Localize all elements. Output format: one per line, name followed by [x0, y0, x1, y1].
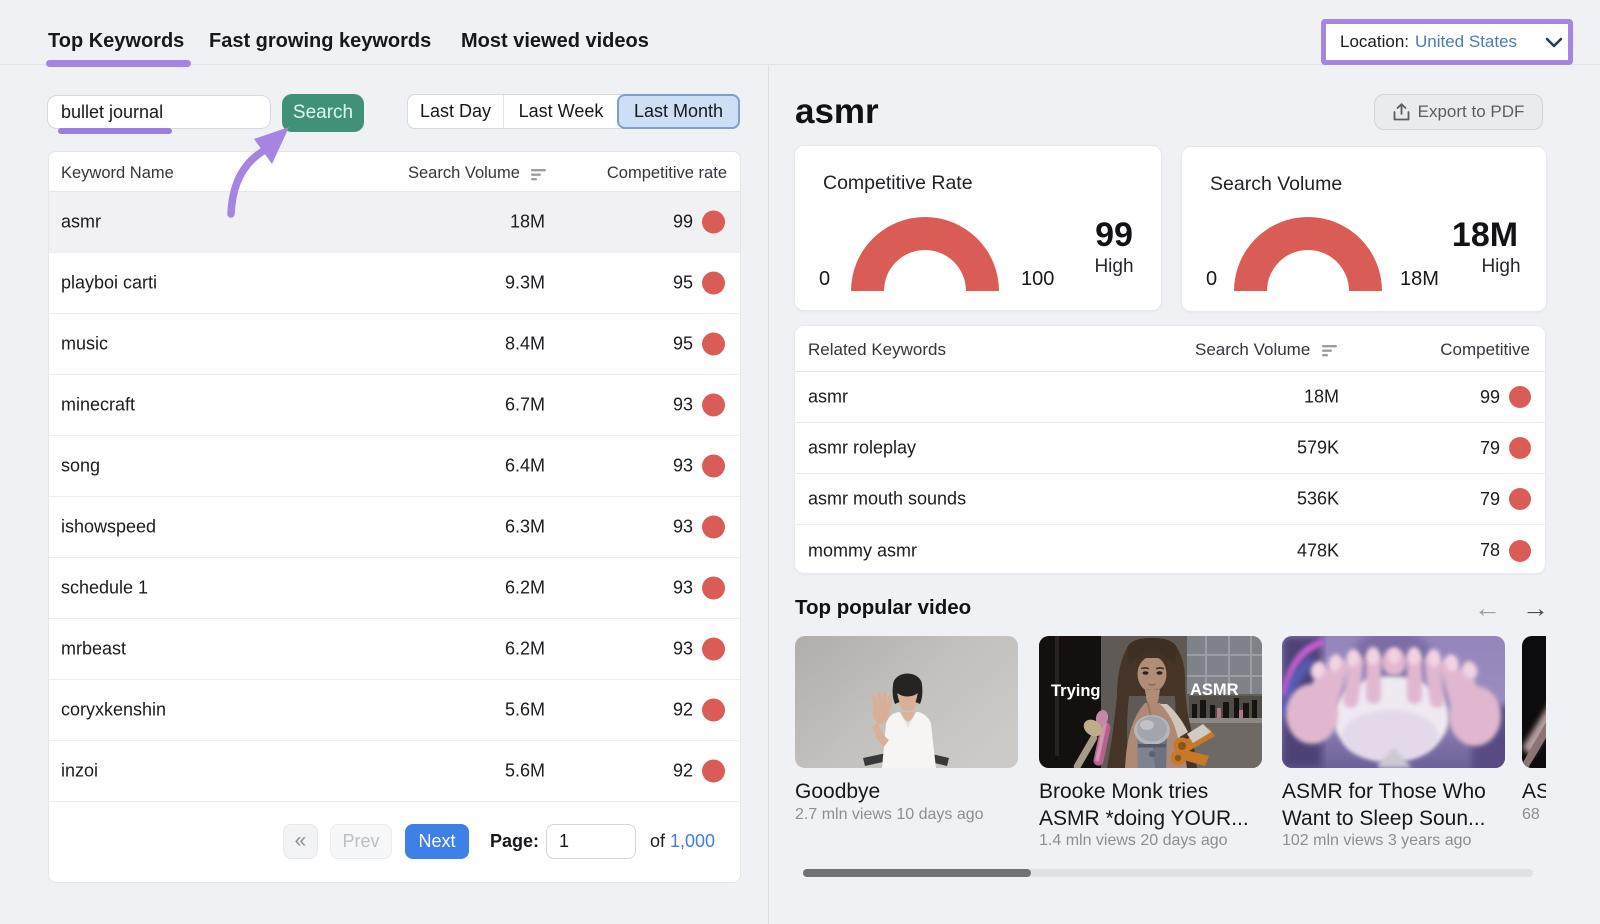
svg-text:ASMR: ASMR — [1190, 681, 1239, 699]
svg-text:Trying: Trying — [1051, 682, 1101, 700]
